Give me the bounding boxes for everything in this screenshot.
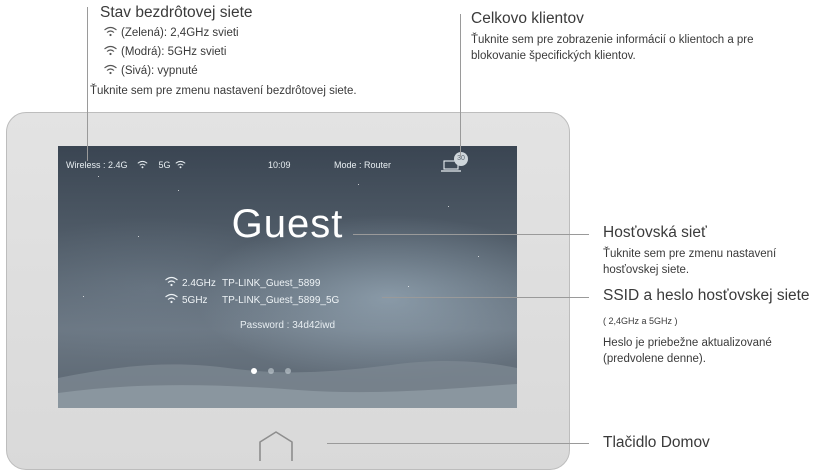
- wifi-icon: [104, 45, 117, 56]
- touch-screen: Wireless : 2.4G 5G 10:09 Mode : Router G…: [58, 146, 517, 408]
- wireless-status-tap-text: Ťuknite sem pre zmenu nastavení bezdrôto…: [90, 85, 357, 97]
- wifi-5g-icon: [175, 160, 186, 169]
- ssid-name: TP-LINK_Guest_5899: [222, 278, 321, 289]
- legend-blue-text: (Modrá): 5GHz svieti: [121, 46, 227, 58]
- leader-line: [460, 14, 461, 157]
- wifi-icon: [165, 276, 178, 287]
- legend-gray: (Sivá): vypnuté: [100, 63, 357, 79]
- client-count-badge[interactable]: 30: [454, 152, 468, 166]
- ssid-password-annotation: SSID a heslo hosťovskej siete ( 2,4GHz a…: [603, 287, 831, 367]
- leader-line: [87, 7, 88, 161]
- wifi-icon: [165, 293, 178, 304]
- legend-green-text: (Zelená): 2,4GHz svieti: [121, 27, 239, 39]
- wireless-status-button[interactable]: Wireless : 2.4G 5G: [66, 160, 186, 170]
- ssid-password-description: Heslo je priebežne aktualizované (predvo…: [603, 337, 772, 365]
- guest-network-description: Ťuknite sem pre zmenu nastavení hosťovsk…: [603, 248, 777, 276]
- leader-line: [327, 443, 589, 444]
- band-5g-label: 5G: [158, 160, 171, 170]
- wireless-status-title: Stav bezdrôtovej siete: [100, 4, 253, 21]
- guest-network-annotation-title: Hosťovská sieť: [603, 224, 707, 241]
- wifi-icon: [104, 64, 117, 75]
- guest-network-annotation: Hosťovská sieť Ťuknite sem pre zmenu nas…: [603, 224, 823, 278]
- mode-label: Mode : Router: [334, 160, 392, 170]
- legend-gray-text: (Sivá): vypnuté: [121, 65, 198, 77]
- wifi-24g-icon: [137, 160, 148, 169]
- guest-password: Password : 34d42iwd: [239, 320, 336, 331]
- ssid-row[interactable]: 2.4GHz TP-LINK_Guest_5899: [164, 276, 320, 289]
- page-dot[interactable]: [285, 368, 291, 374]
- ssid-password-bands: ( 2,4GHz a 5GHz ): [603, 316, 678, 326]
- ssid-row[interactable]: 5GHz TP-LINK_Guest_5899_5G: [164, 293, 339, 306]
- guest-network-title[interactable]: Guest: [58, 202, 517, 247]
- home-button-annotation: Tlačidlo Domov: [603, 434, 710, 452]
- leader-line: [353, 234, 589, 235]
- legend-green: (Zelená): 2,4GHz svieti: [100, 25, 357, 41]
- wifi-icon: [104, 26, 117, 37]
- clients-annotation: Celkovo klientov Ťuknite sem pre zobraze…: [471, 10, 761, 64]
- clients-description: Ťuknite sem pre zobrazenie informácií o …: [471, 34, 754, 62]
- ssid-name: TP-LINK_Guest_5899_5G: [222, 295, 340, 306]
- home-button-title: Tlačidlo Domov: [603, 434, 710, 451]
- clients-title: Celkovo klientov: [471, 10, 584, 27]
- clock: 10:09: [268, 160, 291, 170]
- home-button[interactable]: [258, 430, 294, 462]
- page-dot[interactable]: [268, 368, 274, 374]
- leader-line: [382, 297, 589, 298]
- legend-blue: (Modrá): 5GHz svieti: [100, 44, 357, 60]
- ssid-band: 5GHz: [182, 295, 208, 306]
- wireless-status-annotation: Stav bezdrôtovej siete (Zelená): 2,4GHz …: [90, 4, 357, 99]
- ssid-band: 2.4GHz: [182, 278, 216, 289]
- page-dot-active[interactable]: [251, 368, 257, 374]
- wireless-status-label: Wireless : 2.4G: [66, 160, 128, 170]
- ssid-password-title: SSID a heslo hosťovskej siete: [603, 287, 810, 304]
